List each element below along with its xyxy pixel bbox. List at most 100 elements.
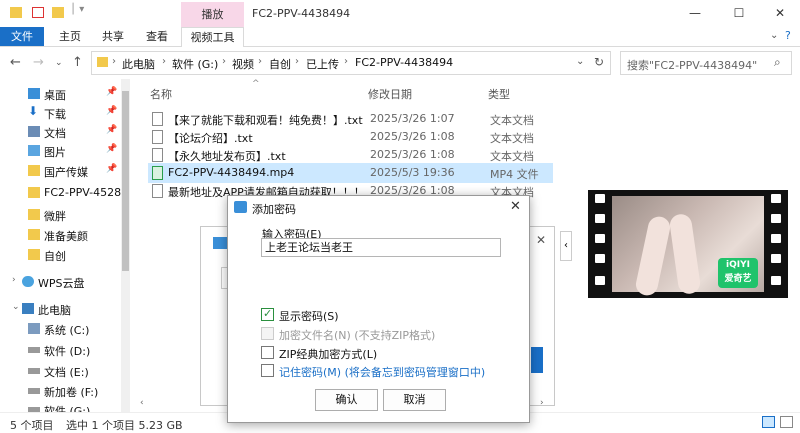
chevron-down-icon[interactable]: ⌄: [12, 302, 20, 312]
file-row[interactable]: 【论坛介绍】.txt 2025/3/26 1:08 文本文档: [148, 127, 553, 147]
sidebar-item-this-pc[interactable]: ⌄ 此电脑: [0, 299, 120, 319]
add-password-dialog: 添加密码 ✕ 输入密码(E) 上老王论坛当老王 ✓ 显示密码(S) 加密文件名(…: [227, 195, 530, 423]
search-icon[interactable]: ⌕: [774, 55, 781, 70]
up-arrow-icon[interactable]: ↑: [72, 55, 83, 70]
tab-video-tools[interactable]: 视频工具: [181, 27, 244, 47]
tab-file[interactable]: 文件: [0, 27, 44, 46]
desktop-icon: [28, 88, 40, 99]
new-folder-icon[interactable]: [52, 7, 64, 18]
close-button[interactable]: ✕: [770, 5, 790, 21]
search-input[interactable]: 搜索"FC2-PPV-4438494" ⌕: [620, 51, 792, 75]
cancel-button[interactable]: 取消: [383, 389, 446, 411]
address-dropdown-icon[interactable]: ⌄: [576, 56, 584, 67]
documents-icon: [28, 126, 40, 137]
preview-pane: ‹ iQIYI 爱奇艺: [560, 79, 800, 412]
sort-caret-icon: ^: [252, 79, 260, 89]
confirm-button[interactable]: 确认: [315, 389, 378, 411]
password-input[interactable]: 上老王论坛当老王: [261, 238, 501, 257]
drive-icon: [28, 368, 40, 374]
remember-password-checkbox[interactable]: [261, 364, 274, 377]
tab-view[interactable]: 查看: [142, 27, 172, 46]
help-icon[interactable]: ?: [785, 29, 791, 42]
sidebar-item-pictures[interactable]: 图片 📌: [0, 141, 120, 161]
film-hole: [595, 254, 605, 263]
show-password-checkbox[interactable]: ✓: [261, 307, 274, 321]
scroll-left-icon[interactable]: ‹: [140, 398, 144, 408]
maximize-button[interactable]: ☐: [729, 5, 749, 21]
show-password-label: 显示密码(S): [279, 310, 339, 323]
context-tab-play[interactable]: 播放: [181, 2, 244, 27]
scroll-right-icon[interactable]: ›: [540, 398, 544, 408]
sidebar-item-label: 自创: [44, 250, 66, 263]
encrypt-filenames-checkbox: [261, 327, 274, 340]
breadcrumb-original[interactable]: 自创: [269, 56, 291, 72]
folder-icon: [28, 165, 40, 176]
breadcrumb-drive-g[interactable]: 软件 (G:): [172, 56, 218, 72]
file-type: MP4 文件: [490, 168, 539, 181]
large-icons-view-icon[interactable]: [780, 416, 793, 428]
column-header-name[interactable]: 名称: [150, 86, 172, 102]
tab-share[interactable]: 共享: [98, 27, 128, 46]
close-icon[interactable]: ✕: [510, 199, 521, 214]
sidebar-item-wps-cloud[interactable]: › WPS云盘: [0, 272, 120, 292]
sidebar-item-label: 图片: [44, 146, 66, 159]
breadcrumb-current-folder[interactable]: FC2-PPV-4438494: [355, 56, 453, 69]
frame-shape: [668, 212, 702, 296]
chevron-right-icon[interactable]: ›: [12, 275, 16, 285]
ribbon-tabs: 文件 主页 共享 查看 视频工具 ⌄ ?: [0, 27, 800, 47]
sidebar-item-fc2-folder[interactable]: FC2-PPV-45288: [0, 183, 128, 203]
chevron-right-icon: ›: [295, 56, 299, 67]
chevron-left-icon[interactable]: ‹: [560, 231, 572, 261]
film-hole: [595, 214, 605, 223]
file-row[interactable]: 【来了就能下载和观看！纯免费！】.txt 2025/3/26 1:07 文本文档: [148, 109, 553, 129]
sidebar-item-drive-c[interactable]: 系统 (C:): [0, 319, 120, 339]
breadcrumb-this-pc[interactable]: 此电脑: [122, 56, 155, 72]
forward-arrow-icon[interactable]: →: [33, 55, 44, 70]
properties-icon[interactable]: [32, 7, 44, 18]
breadcrumb-uploaded[interactable]: 已上传: [306, 56, 339, 72]
sidebar-item-documents[interactable]: 文档 📌: [0, 122, 120, 142]
breadcrumb-video[interactable]: 视频: [232, 56, 254, 72]
sidebar-item-drive-d[interactable]: 软件 (D:): [0, 340, 120, 360]
sidebar-item-prepare-beauty[interactable]: 准备美颜: [0, 225, 120, 245]
film-hole: [595, 276, 605, 285]
sidebar-item-chubby[interactable]: 微胖: [0, 205, 120, 225]
tab-home[interactable]: 主页: [55, 27, 85, 46]
checkmark-icon: ✓: [263, 307, 273, 320]
remember-password-label: 记住密码(M) (将会备忘到密码管理窗口中): [279, 366, 486, 379]
file-name: 【论坛介绍】.txt: [168, 132, 253, 145]
drive-icon: [28, 347, 40, 353]
sidebar-item-domestic-media[interactable]: 国产传媒 📌: [0, 161, 120, 181]
sidebar-item-desktop[interactable]: 桌面 📌: [0, 84, 120, 104]
minimize-button[interactable]: —: [685, 5, 705, 21]
column-header-date[interactable]: 修改日期: [368, 86, 412, 102]
ribbon-expand-icon[interactable]: ⌄: [770, 30, 778, 41]
sidebar-scrollbar[interactable]: [121, 79, 130, 412]
sidebar-item-drive-e[interactable]: 文档 (E:): [0, 361, 120, 381]
column-header-type[interactable]: 类型: [488, 86, 510, 102]
sidebar-item-drive-f[interactable]: 新加卷 (F:): [0, 381, 120, 401]
sidebar-item-label: WPS云盘: [38, 277, 85, 290]
film-hole: [595, 234, 605, 243]
folder-icon: [28, 209, 40, 220]
file-row-selected[interactable]: FC2-PPV-4438494.mp4 2025/5/3 19:36 MP4 文…: [148, 163, 553, 183]
text-file-icon: [152, 130, 163, 144]
sidebar-item-label: 软件 (D:): [44, 345, 91, 358]
refresh-icon[interactable]: ↻: [594, 55, 604, 69]
sidebar-item-drive-g[interactable]: 软件 (G:): [0, 400, 120, 412]
details-view-icon[interactable]: [762, 416, 775, 428]
text-file-icon: [152, 184, 163, 198]
qa-dropdown-icon[interactable]: │ ▾: [70, 4, 84, 15]
back-arrow-icon[interactable]: ←: [10, 55, 21, 70]
film-hole: [771, 234, 781, 243]
film-hole: [771, 276, 781, 285]
sidebar-item-downloads[interactable]: ⬇ 下载 📌: [0, 103, 120, 123]
sidebar-item-original[interactable]: 自创: [0, 245, 120, 265]
file-row[interactable]: 【永久地址发布页】.txt 2025/3/26 1:08 文本文档: [148, 145, 553, 165]
file-type: 文本文档: [490, 150, 534, 163]
close-icon[interactable]: ✕: [536, 233, 546, 247]
zip-classic-encryption-checkbox[interactable]: [261, 346, 274, 359]
recent-dropdown-icon[interactable]: ⌄: [55, 58, 63, 68]
scrollbar-thumb[interactable]: [122, 91, 129, 271]
address-bar[interactable]: › 此电脑 › 软件 (G:) › 视频 › 自创 › 已上传 › FC2-PP…: [91, 51, 611, 75]
